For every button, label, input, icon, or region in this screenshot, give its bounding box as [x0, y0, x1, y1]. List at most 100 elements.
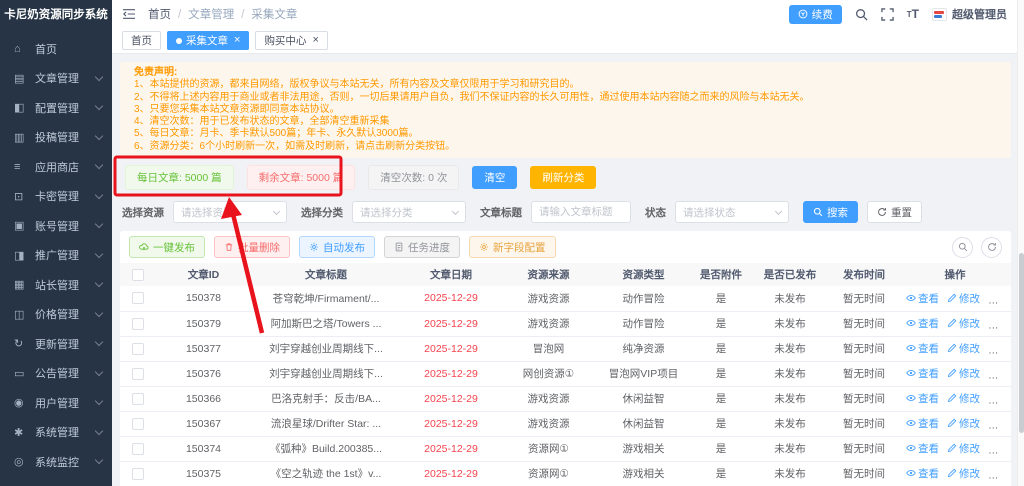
- category-select[interactable]: 请选择分类: [352, 201, 466, 224]
- price-icon: ◫: [14, 308, 25, 321]
- sidebar-item-8[interactable]: ▦ 站长管理: [0, 270, 112, 300]
- chevron-down-icon: [94, 72, 104, 81]
- sidebar-item-4[interactable]: ≡ 应用商店: [0, 152, 112, 182]
- sidebar-item-10[interactable]: ↻ 更新管理: [0, 329, 112, 359]
- action-button-1[interactable]: 批量删除: [214, 236, 290, 259]
- table-refresh-icon[interactable]: [981, 236, 1002, 258]
- row-checkbox[interactable]: [132, 317, 144, 330]
- edit-link[interactable]: 修改: [947, 316, 980, 331]
- tab-0[interactable]: 首页: [122, 31, 161, 50]
- sidebar-item-6[interactable]: ▣ 账号管理: [0, 211, 112, 241]
- edit-link[interactable]: 修改: [947, 466, 980, 481]
- reset-button[interactable]: 重置: [867, 201, 922, 224]
- stats-row: 每日文章: 5000 篇 剩余文章: 5000 篇 清空次数: 0 次 清空 刷…: [120, 165, 1011, 191]
- close-icon[interactable]: ×: [234, 35, 240, 46]
- scrollbar[interactable]: [1017, 0, 1024, 486]
- user-menu[interactable]: 超级管理员: [932, 6, 1007, 22]
- row-checkbox[interactable]: [132, 342, 144, 355]
- user-icon: ◉: [14, 397, 24, 410]
- cell-publish-time: 暂无时间: [829, 286, 899, 312]
- edit-link[interactable]: 修改: [947, 391, 980, 406]
- row-checkbox[interactable]: [132, 467, 144, 480]
- title-filter-label: 文章标题: [480, 206, 522, 219]
- collapse-sidebar-icon[interactable]: [122, 8, 136, 20]
- search-icon[interactable]: [855, 8, 868, 21]
- search-icon: [813, 207, 823, 217]
- search-button[interactable]: 搜索: [803, 201, 858, 224]
- clear-button[interactable]: 清空: [472, 166, 518, 190]
- cell-operations: 查看修改删除: [899, 336, 1011, 362]
- sidebar-item-3[interactable]: ▥ 投稿管理: [0, 123, 112, 153]
- sidebar-item-13[interactable]: ✱ 系统管理: [0, 418, 112, 448]
- cell-published: 未发布: [751, 411, 829, 437]
- view-link[interactable]: 查看: [906, 366, 939, 381]
- select-all-checkbox[interactable]: [132, 268, 144, 281]
- view-link[interactable]: 查看: [906, 291, 939, 306]
- sidebar-item-5[interactable]: ⊡ 卡密管理: [0, 182, 112, 212]
- refresh-category-button[interactable]: 刷新分类: [530, 166, 597, 190]
- sidebar-item-2[interactable]: ◧ 配置管理: [0, 93, 112, 123]
- row-checkbox[interactable]: [132, 292, 144, 305]
- view-link[interactable]: 查看: [906, 466, 939, 481]
- row-checkbox[interactable]: [132, 442, 144, 455]
- breadcrumb-article-mgmt[interactable]: 文章管理: [188, 6, 251, 22]
- tab-2[interactable]: 购买中心 ×: [255, 31, 328, 50]
- cell-operations: 查看修改删除: [899, 361, 1011, 387]
- breadcrumb-collect-article[interactable]: 采集文章: [251, 6, 297, 22]
- edit-link[interactable]: 修改: [947, 441, 980, 456]
- cell-operations: 查看修改删除: [899, 411, 1011, 437]
- cell-article-title: 《空之轨迹 the 1st》v...: [251, 461, 401, 486]
- action-button-4[interactable]: 新字段配置: [469, 236, 556, 259]
- action-button-2[interactable]: 自动发布: [299, 236, 375, 259]
- edit-link[interactable]: 修改: [947, 366, 980, 381]
- status-select[interactable]: 请选择状态: [675, 201, 789, 224]
- sidebar-item-0[interactable]: ⌂ 首页: [0, 34, 112, 64]
- action-button-3[interactable]: 任务进度: [384, 236, 460, 259]
- close-icon[interactable]: ×: [312, 35, 318, 46]
- fullscreen-icon[interactable]: [881, 7, 894, 21]
- chevron-down-icon: [94, 279, 104, 288]
- sidebar-item-9[interactable]: ◫ 价格管理: [0, 300, 112, 330]
- sidebar-item-7[interactable]: ◨ 推广管理: [0, 241, 112, 271]
- webmaster-icon: ▦: [14, 279, 25, 292]
- scrollbar-thumb[interactable]: [1019, 253, 1024, 433]
- column-header: 是否已发布: [751, 263, 829, 287]
- renew-button[interactable]: 续费: [788, 4, 842, 24]
- submission-icon: ▥: [14, 131, 25, 144]
- sidebar-item-11[interactable]: ▭ 公告管理: [0, 359, 112, 389]
- edit-link[interactable]: 修改: [947, 291, 980, 306]
- cell-attachment: 是: [691, 361, 751, 387]
- font-size-icon[interactable]: [907, 8, 919, 20]
- row-checkbox[interactable]: [132, 392, 144, 405]
- content: 免责声明: 1、本站提供的资源，都来自网络，版权争议与本站无关，所有内容及文章仅…: [112, 54, 1017, 486]
- view-link[interactable]: 查看: [906, 391, 939, 406]
- row-checkbox[interactable]: [132, 417, 144, 430]
- resource-select[interactable]: 请选择资源: [173, 201, 287, 224]
- chevron-down-icon: [94, 367, 104, 376]
- row-checkbox[interactable]: [132, 367, 144, 380]
- column-header: 资源类型: [596, 263, 691, 287]
- view-link[interactable]: 查看: [906, 341, 939, 356]
- cell-attachment: 是: [691, 461, 751, 486]
- upload-cloud-icon: [139, 242, 149, 252]
- view-link[interactable]: 查看: [906, 416, 939, 431]
- edit-link[interactable]: 修改: [947, 341, 980, 356]
- main-area: 首页 文章管理 采集文章 续费 超级管理员: [112, 0, 1017, 486]
- edit-link[interactable]: 修改: [947, 416, 980, 431]
- sidebar-item-12[interactable]: ◉ 用户管理: [0, 388, 112, 418]
- refresh-icon: [877, 207, 887, 217]
- view-link[interactable]: 查看: [906, 316, 939, 331]
- tab-1[interactable]: 采集文章 ×: [167, 31, 250, 50]
- remaining-article-badge: 剩余文章: 5000 篇: [246, 165, 356, 191]
- sidebar-item-14[interactable]: ◎ 系统监控: [0, 447, 112, 477]
- chevron-down-icon: [94, 397, 104, 406]
- action-button-0[interactable]: 一键发布: [129, 236, 205, 259]
- sidebar-item-1[interactable]: ▤ 文章管理: [0, 64, 112, 94]
- chevron-down-icon: [94, 249, 104, 258]
- table-search-icon[interactable]: [952, 236, 973, 258]
- view-link[interactable]: 查看: [906, 441, 939, 456]
- config-icon: ◧: [14, 102, 25, 115]
- breadcrumb-home[interactable]: 首页: [148, 6, 188, 22]
- article-title-input[interactable]: [531, 201, 631, 224]
- chevron-down-icon: [94, 338, 104, 347]
